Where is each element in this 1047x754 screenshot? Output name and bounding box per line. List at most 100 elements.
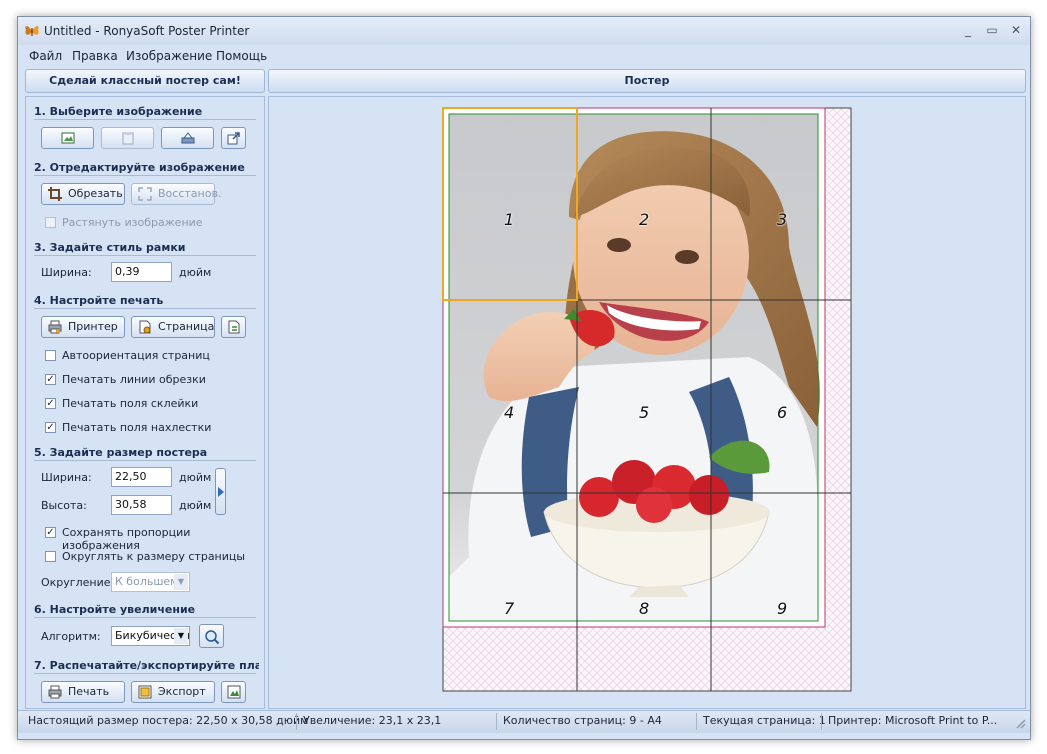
print-overlap-margins-checkbox[interactable]: ✓ [45, 422, 56, 433]
menu-help[interactable]: Помощь [216, 49, 267, 63]
magnifier-icon [205, 630, 220, 645]
size-presets-button[interactable] [215, 468, 226, 515]
page-number-6[interactable]: 6 [777, 403, 787, 422]
preview-zoom-button[interactable] [199, 624, 224, 648]
divider [34, 255, 256, 256]
app-window: Untitled - RonyaSoft Poster Printer _ ▭ … [17, 16, 1031, 740]
section-title-select-image: 1. Выберите изображение [34, 105, 203, 118]
external-link-icon [227, 132, 240, 145]
printer-icon [48, 685, 62, 699]
divider [34, 175, 256, 176]
status-current-page: Текущая страница: 1 [703, 714, 826, 727]
rounding-label: Округление: [41, 576, 115, 589]
stretch-image-label: Растянуть изображение [62, 216, 203, 229]
page-number-3[interactable]: 3 [777, 210, 787, 229]
algorithm-label: Алгоритм: [41, 630, 101, 643]
status-zoom: Увеличение: 23,1 x 23,1 [303, 714, 442, 727]
algorithm-select[interactable]: Бикубический ▼ [111, 626, 190, 646]
section-title-edit-image: 2. Отредактируйте изображение [34, 161, 245, 174]
page-number-4[interactable]: 4 [504, 403, 514, 422]
export-options-button[interactable] [221, 681, 246, 703]
crop-icon [48, 187, 62, 201]
chevron-down-icon: ▼ [174, 628, 188, 644]
print-glue-margins-checkbox[interactable]: ✓ [45, 398, 56, 409]
poster-height-unit: дюйм [179, 499, 212, 512]
page-number-2[interactable]: 2 [639, 210, 649, 229]
print-cut-lines-label: Печатать линии обрезки [62, 373, 206, 386]
auto-orientation-checkbox[interactable] [45, 350, 56, 361]
resize-grip-icon[interactable] [1014, 717, 1026, 729]
poster-width-input[interactable]: 22,50 [111, 467, 172, 487]
printer-button[interactable]: Принтер [41, 316, 125, 338]
divider [34, 460, 256, 461]
menu-image[interactable]: Изображение [126, 49, 212, 63]
left-panel-header: Сделай классный постер сам! [25, 69, 265, 93]
status-separator [821, 713, 822, 730]
close-button[interactable]: ✕ [1006, 22, 1026, 39]
print-overlap-margins-label: Печатать поля нахлестки [62, 421, 212, 434]
divider [34, 673, 256, 674]
round-to-page-label: Округлять к размеру страницы [62, 550, 246, 563]
crop-button[interactable]: Обрезать [41, 183, 125, 205]
minimize-button[interactable]: _ [958, 22, 978, 39]
status-bar: Настоящий размер постера: 22,50 x 30,58 … [18, 710, 1030, 733]
right-panel-header: Постер [268, 69, 1026, 93]
butterfly-icon [25, 25, 39, 36]
stretch-image-checkbox[interactable] [45, 217, 56, 228]
section-title-poster-size: 5. Задайте размер постера [34, 446, 208, 459]
status-page-count: Количество страниц: 9 - A4 [503, 714, 662, 727]
export-button[interactable]: Экспорт [131, 681, 215, 703]
divider [34, 308, 256, 309]
restore-button[interactable]: Восстанов. [131, 183, 221, 205]
frame-width-unit: дюйм [179, 266, 212, 279]
paste-icon [122, 132, 134, 145]
settings-panel: 1. Выберите изображение 2. Отредактируйт… [25, 96, 265, 709]
print-glue-margins-label: Печатать поля склейки [62, 397, 199, 410]
section-title-print-setup: 4. Настройте печать [34, 294, 164, 307]
maximize-button[interactable]: ▭ [982, 22, 1002, 39]
status-printer: Принтер: Microsoft Print to P... [828, 714, 998, 727]
external-edit-button[interactable] [221, 127, 246, 149]
printer-icon [48, 320, 62, 334]
page-number-9[interactable]: 9 [777, 599, 787, 618]
frame-width-input[interactable]: 0,39 [111, 262, 172, 282]
poster-photo [449, 114, 820, 621]
page-number-1[interactable]: 1 [504, 210, 514, 229]
window-title: Untitled - RonyaSoft Poster Printer [44, 24, 250, 38]
poster-width-unit: дюйм [179, 471, 212, 484]
image-export-icon [227, 685, 241, 699]
arrow-right-icon [218, 487, 224, 497]
keep-proportions-checkbox[interactable]: ✓ [45, 527, 56, 538]
export-icon [138, 685, 152, 699]
keep-proportions-label: Сохранять пропорции изображения [62, 526, 191, 552]
menu-file[interactable]: Файл [29, 49, 62, 63]
auto-orientation-label: Автоориентация страниц [62, 349, 210, 362]
poster-preview-panel: 1 2 3 4 5 6 7 8 9 [268, 96, 1026, 709]
open-image-icon [61, 132, 75, 144]
poster-width-label: Ширина: [41, 471, 92, 484]
page-options-button[interactable] [221, 316, 246, 338]
print-cut-lines-checkbox[interactable]: ✓ [45, 374, 56, 385]
page-number-5[interactable]: 5 [639, 403, 649, 422]
paste-image-button[interactable] [101, 127, 154, 149]
open-image-button[interactable] [41, 127, 94, 149]
rounding-select[interactable]: К большему ▼ [111, 572, 190, 592]
section-title-frame-style: 3. Задайте стиль рамки [34, 241, 186, 254]
poster-height-label: Высота: [41, 499, 87, 512]
poster-height-input[interactable]: 30,58 [111, 495, 172, 515]
chevron-down-icon: ▼ [174, 574, 188, 590]
divider [34, 119, 256, 120]
page-setup-icon [139, 320, 151, 334]
page-options-icon [228, 320, 240, 334]
scan-image-button[interactable] [161, 127, 214, 149]
restore-icon [138, 187, 152, 201]
round-to-page-checkbox[interactable] [45, 551, 56, 562]
print-button[interactable]: Печать [41, 681, 125, 703]
page-number-7[interactable]: 7 [504, 599, 514, 618]
menu-edit[interactable]: Правка [72, 49, 118, 63]
section-title-print-export: 7. Распечатайте/экспортируйте плак [34, 659, 259, 672]
status-real-size: Настоящий размер постера: 22,50 x 30,58 … [28, 714, 309, 727]
page-number-8[interactable]: 8 [639, 599, 649, 618]
scanner-icon [181, 132, 195, 144]
page-setup-button[interactable]: Страница [131, 316, 215, 338]
